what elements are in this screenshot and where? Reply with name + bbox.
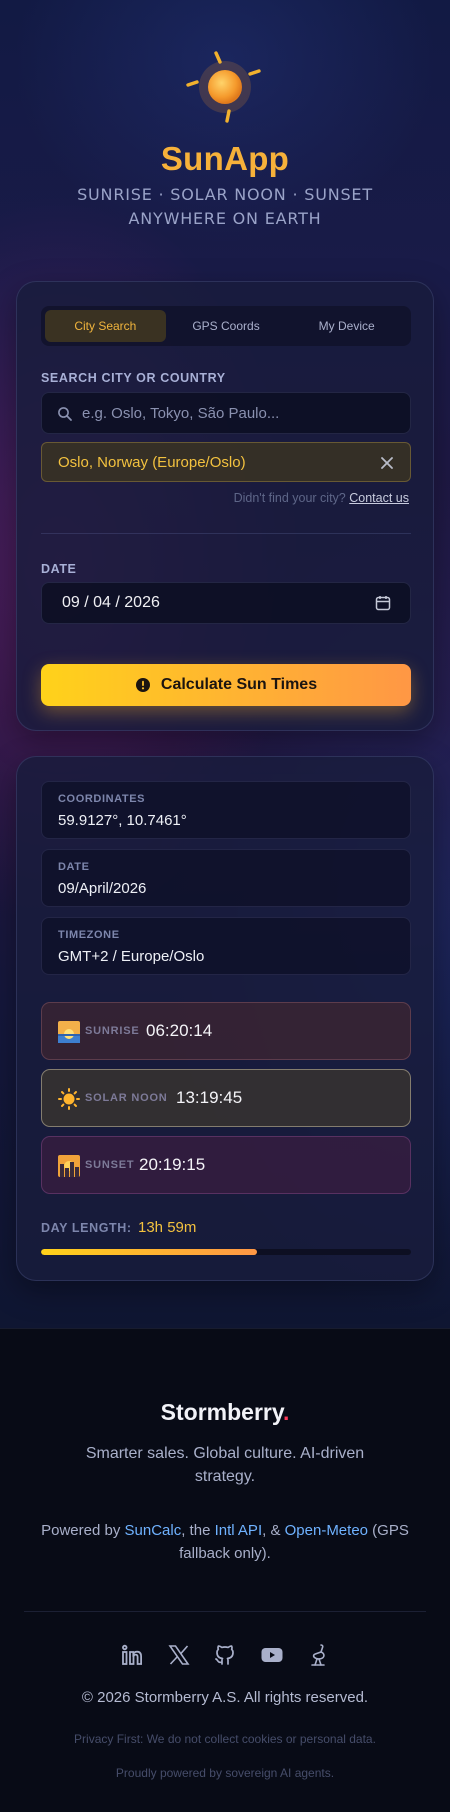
intl-api-link[interactable]: Intl API [215,1522,263,1539]
footer: Stormberry. Smarter sales. Global cultur… [0,1328,450,1812]
help-text: Didn't find your city? Contact us [234,491,409,505]
selected-city-text: Oslo, Norway (Europe/Oslo) [58,454,246,471]
x-icon[interactable] [167,1643,191,1667]
day-length-bar [41,1249,411,1255]
sunset-row: SUNSET 20:19:15 [41,1136,411,1194]
date-box: DATE 09/April/2026 [41,849,411,907]
sun-icon [58,1088,80,1110]
close-icon[interactable] [378,454,396,472]
timezone-value: GMT+2 / Europe/Oslo [58,948,205,965]
sunset-icon [58,1155,80,1177]
contact-us-link[interactable]: Contact us [349,491,409,505]
coordinates-value: 59.9127°, 10.7461° [58,812,187,829]
solar-noon-row: SOLAR NOON 13:19:45 [41,1069,411,1127]
calculate-button[interactable]: Calculate Sun Times [41,664,411,706]
alert-circle-icon [135,677,151,693]
day-length-bar-fill [41,1249,257,1255]
day-length-value: 13h 59m [138,1219,197,1236]
mode-tabs: City Search GPS Coords My Device [41,306,411,346]
solar-noon-time: 13:19:45 [176,1088,243,1107]
brand-name[interactable]: Stormberry. [0,1399,450,1426]
calendar-icon[interactable] [374,594,392,612]
sunset-label: SUNSET [85,1159,135,1171]
results-card: COORDINATES 59.9127°, 10.7461° DATE 09/A… [16,756,434,1281]
result-date-value: 09/April/2026 [58,880,147,897]
powered-mid-1: , the [181,1522,215,1539]
date-input[interactable]: 09 / 04 / 2026 [41,582,411,624]
sunrise-time: 06:20:14 [146,1021,213,1040]
input-card: City Search GPS Coords My Device SEARCH … [16,281,434,731]
brand-tagline: Smarter sales. Global culture. AI-driven… [85,1445,365,1485]
search-icon [56,405,74,423]
result-date-label: DATE [58,861,90,873]
sun-logo-icon [185,47,265,127]
sunrise-label: SUNRISE [85,1025,140,1037]
calculate-button-label: Calculate Sun Times [160,676,318,693]
powered-mid-2: , & [262,1522,285,1539]
youtube-icon[interactable] [260,1643,284,1667]
linkedin-icon[interactable] [120,1643,144,1667]
suncalc-link[interactable]: SunCalc [125,1522,182,1539]
sunrise-icon [58,1021,80,1043]
powered-prefix: Powered by [41,1522,125,1539]
github-icon[interactable] [213,1643,237,1667]
app-subtitle: SUNRISE · SOLAR NOON · SUNSET ANYWHERE O… [77,185,373,228]
footer-divider [24,1611,426,1612]
powered-by-text: Powered by SunCalc, the Intl API, & Open… [40,1519,410,1565]
tab-my-device[interactable]: My Device [286,310,407,342]
divider [41,533,411,534]
tab-gps-coords[interactable]: GPS Coords [166,310,287,342]
search-field [41,392,411,434]
search-input[interactable] [82,393,402,433]
timezone-label: TIMEZONE [58,929,120,941]
social-links [120,1643,330,1667]
timezone-box: TIMEZONE GMT+2 / Europe/Oslo [41,917,411,975]
date-value: 09 / 04 / 2026 [62,594,160,611]
privacy-text: Privacy First: We do not collect cookies… [74,1732,376,1746]
help-question: Didn't find your city? [233,491,350,505]
copyright-text: © 2026 Stormberry A.S. All rights reserv… [81,1689,369,1706]
brand-text: Stormberry [160,1399,283,1425]
day-length-label: DAY LENGTH: [41,1221,132,1235]
ostrich-icon[interactable] [306,1643,330,1667]
selected-city-chip: Oslo, Norway (Europe/Oslo) [41,442,411,482]
tab-city-search[interactable]: City Search [45,310,166,342]
sunset-time: 20:19:15 [139,1155,206,1174]
date-label: DATE [41,562,77,576]
app-title: SunApp [160,140,290,177]
coordinates-label: COORDINATES [58,793,146,805]
open-meteo-link[interactable]: Open-Meteo [285,1522,368,1539]
solar-noon-label: SOLAR NOON [85,1092,168,1104]
sunrise-row: SUNRISE 06:20:14 [41,1002,411,1060]
agents-text: Proudly powered by sovereign AI agents. [115,1766,335,1780]
coordinates-box: COORDINATES 59.9127°, 10.7461° [41,781,411,839]
brand-dot: . [282,1399,290,1425]
search-label: SEARCH CITY OR COUNTRY [41,371,226,385]
